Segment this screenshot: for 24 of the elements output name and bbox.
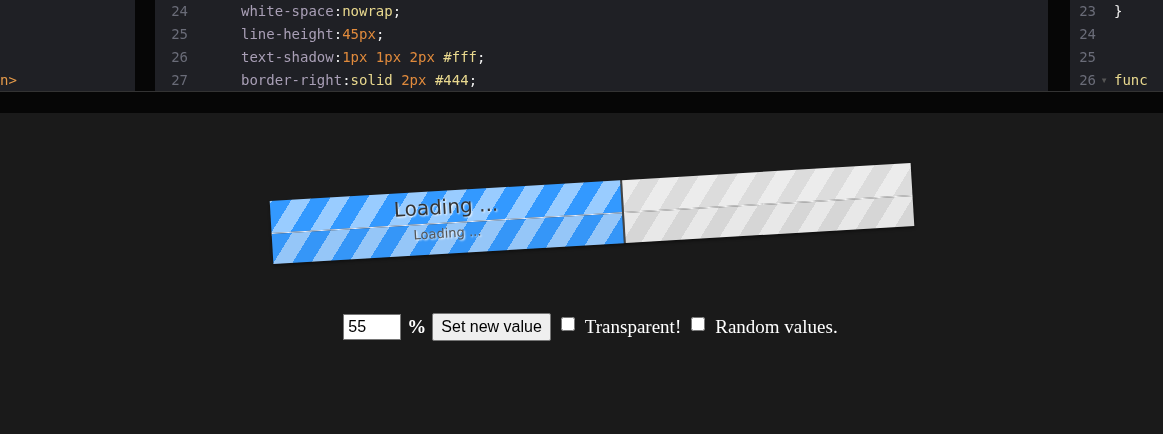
value-input[interactable]: 55 [343, 314, 402, 341]
progress-reflection-label: Loading ... [412, 222, 482, 245]
code-line: n> [0, 71, 17, 90]
line-number: 23 [1078, 2, 1096, 21]
code-line: text-shadow:1px 1px 2px #fff; [240, 48, 486, 67]
progress-label: Loading ... [392, 190, 499, 224]
line-number: 24 [170, 2, 188, 21]
code-line: border-right:solid 2px #444; [240, 71, 478, 90]
checkbox-label: Transparent! [584, 315, 682, 339]
unit-label: % [407, 315, 427, 339]
line-number: 26 [170, 48, 188, 67]
line-number: 25 [1078, 48, 1096, 67]
line-number: 25 [170, 25, 188, 44]
code-line: white-space:nowrap; [240, 2, 402, 21]
checkbox[interactable] [691, 317, 706, 332]
checkbox[interactable] [560, 317, 575, 332]
code-line: } [1113, 2, 1123, 21]
line-number: 24 [1078, 25, 1096, 44]
code-line: func [1113, 71, 1148, 90]
line-number: 27 [170, 71, 188, 90]
code-line: line-height:45px; [240, 25, 385, 44]
checkbox-label: Random values. [715, 315, 838, 339]
line-number: 26 [1078, 71, 1096, 90]
set-value-button[interactable]: Set new value [432, 313, 551, 342]
